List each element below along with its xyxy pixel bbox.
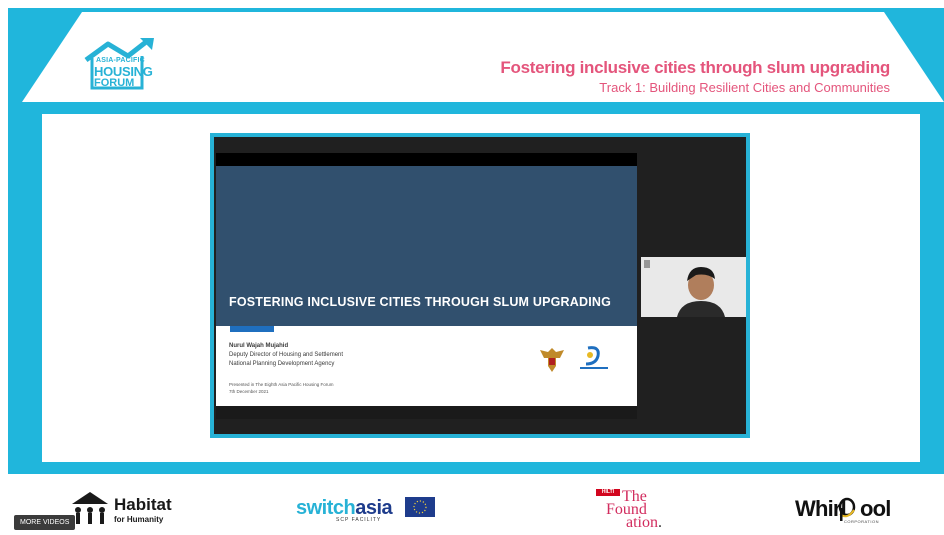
switchasia-subtext: SCP FACILITY xyxy=(336,517,382,523)
slide-accent-bar xyxy=(230,326,274,332)
participant-name-tag xyxy=(644,260,650,268)
habitat-house-icon xyxy=(72,492,108,524)
whirlpool-logo-part2: ool xyxy=(860,496,891,521)
participant-video[interactable] xyxy=(641,257,746,317)
slide-top-bar xyxy=(216,153,637,166)
slide-title: FOSTERING INCLUSIVE CITIES THROUGH SLUM … xyxy=(229,295,612,309)
hilti-logo: HILTI xyxy=(596,489,620,496)
page-subtitle: Track 1: Building Resilient Cities and C… xyxy=(599,80,890,95)
slide-bottom-bar xyxy=(216,406,637,419)
habitat-logo-text: Habitat xyxy=(114,495,172,514)
logo-text-forum: FORUM xyxy=(94,77,135,89)
presenter-org: National Planning Development Agency xyxy=(229,361,335,367)
garuda-emblem-icon xyxy=(540,348,564,372)
page-title: Fostering inclusive cities through slum … xyxy=(500,58,890,77)
foundation-logo-line3-text: ation xyxy=(626,514,658,531)
eu-flag-icon xyxy=(405,497,435,517)
bappenas-logo-icon xyxy=(580,346,608,369)
habitat-logo-subtext: for Humanity xyxy=(114,515,164,524)
participant-avatar-icon xyxy=(641,257,746,317)
foundation-logo-line3: ation. xyxy=(626,514,662,532)
presentation-date: 7th December 2021 xyxy=(229,389,269,394)
presenter-name: Nurul Wajah Mujahid xyxy=(229,343,289,349)
switchasia-logo-part2: asia xyxy=(355,497,393,519)
foundation-logo-dot: . xyxy=(658,514,662,531)
switchasia-logo-part1: switch xyxy=(296,497,356,519)
presenter-role: Deputy Director of Housing and Settlemen… xyxy=(229,352,344,358)
logo-text-asia-pacific: ASIA-PACIFIC xyxy=(96,57,145,64)
more-videos-button[interactable]: MORE VIDEOS xyxy=(14,515,76,530)
whirlpool-subtext: CORPORATION xyxy=(844,519,879,524)
presented-at: Presented in The Eighth Asia Pacific Hou… xyxy=(229,382,334,387)
